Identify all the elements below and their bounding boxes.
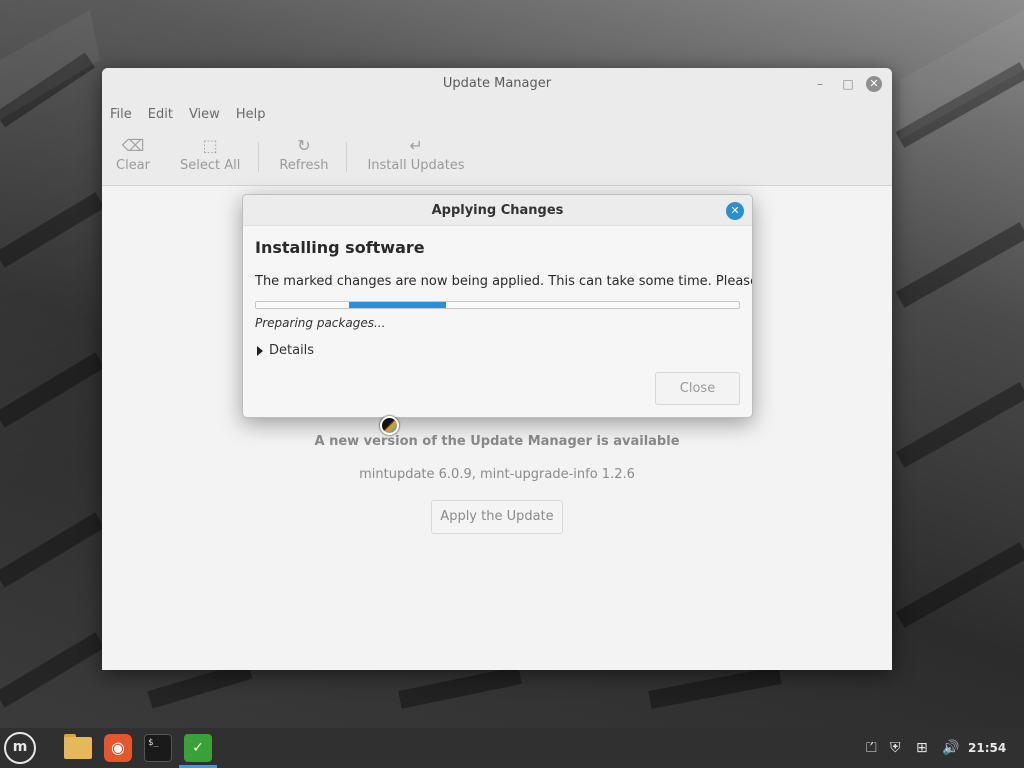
firefox-launcher[interactable]: ◉	[101, 731, 135, 765]
install-icon: ↵	[409, 136, 423, 155]
folder-icon	[64, 737, 92, 759]
window-title: Update Manager	[442, 76, 552, 91]
dialog-heading: Installing software	[255, 238, 425, 257]
update-manager-taskbar-item[interactable]: ✓	[181, 731, 215, 765]
progress-bar	[255, 301, 740, 309]
window-titlebar[interactable]: Update Manager – □ ✕	[102, 68, 892, 100]
dialog-close-button[interactable]: Close	[655, 372, 740, 405]
menu-edit[interactable]: Edit	[148, 107, 173, 122]
refresh-icon: ↻	[297, 136, 311, 155]
network-icon[interactable]: ⊞	[916, 728, 928, 768]
backspace-icon: ⌫	[121, 136, 145, 155]
progress-fill	[349, 302, 446, 308]
firefox-icon: ◉	[104, 734, 132, 762]
minimize-button[interactable]: –	[812, 76, 828, 92]
details-label: Details	[269, 343, 315, 358]
refresh-button[interactable]: ↻ Refresh	[279, 136, 328, 173]
dialog-close-icon[interactable]: ✕	[726, 202, 744, 220]
clock[interactable]: 21:54	[968, 728, 1006, 768]
install-updates-button[interactable]: ↵ Install Updates	[367, 136, 464, 173]
menu-file[interactable]: File	[110, 107, 132, 122]
refresh-label: Refresh	[279, 158, 329, 173]
select-all-icon: ⬚	[202, 136, 218, 155]
shield-check-icon: ✓	[184, 734, 212, 762]
update-available-title: A new version of the Update Manager is a…	[314, 434, 680, 449]
update-available-versions: mintupdate 6.0.9, mint-upgrade-info 1.2.…	[359, 467, 635, 482]
shield-tray-icon[interactable]: ⛨	[890, 728, 901, 768]
toolbar-separator	[346, 142, 348, 172]
terminal-launcher[interactable]: $_	[141, 731, 175, 765]
maximize-button[interactable]: □	[840, 76, 856, 92]
busy-cursor-icon	[380, 416, 399, 435]
volume-icon[interactable]: 🔊	[942, 728, 959, 768]
toolbar-separator	[258, 142, 260, 172]
toolbar: ⌫ Clear ⬚ Select All ↻ Refresh ↵ Install…	[102, 128, 892, 186]
clear-label: Clear	[116, 158, 150, 173]
dialog-titlebar[interactable]: Applying Changes ✕	[243, 195, 752, 226]
menubar: File Edit View Help	[102, 100, 892, 128]
taskbar: m ◉ $_ ✓ ⏍ ⛨ ⊞ 🔊 21:54	[0, 728, 1024, 768]
terminal-icon: $_	[144, 734, 172, 762]
updates-tray-icon[interactable]: ⏍	[866, 728, 877, 768]
menu-view[interactable]: View	[189, 107, 220, 122]
dialog-message: The marked changes are now being applied…	[255, 274, 753, 289]
applying-changes-dialog: Applying Changes ✕ Installing software T…	[242, 194, 753, 418]
files-launcher[interactable]	[61, 731, 95, 765]
window-close-button[interactable]: ✕	[866, 76, 882, 92]
expander-arrow-icon	[257, 345, 263, 356]
select-all-button[interactable]: ⬚ Select All	[180, 136, 240, 173]
clear-button[interactable]: ⌫ Clear	[116, 136, 150, 173]
menu-help[interactable]: Help	[236, 107, 266, 122]
select-all-label: Select All	[180, 158, 241, 173]
details-expander[interactable]: Details	[257, 343, 314, 358]
apply-update-button[interactable]: Apply the Update	[431, 500, 563, 534]
dialog-title: Applying Changes	[431, 203, 564, 218]
install-updates-label: Install Updates	[367, 158, 465, 173]
progress-status: Preparing packages...	[255, 316, 386, 330]
mint-menu-button[interactable]: m	[4, 732, 36, 764]
